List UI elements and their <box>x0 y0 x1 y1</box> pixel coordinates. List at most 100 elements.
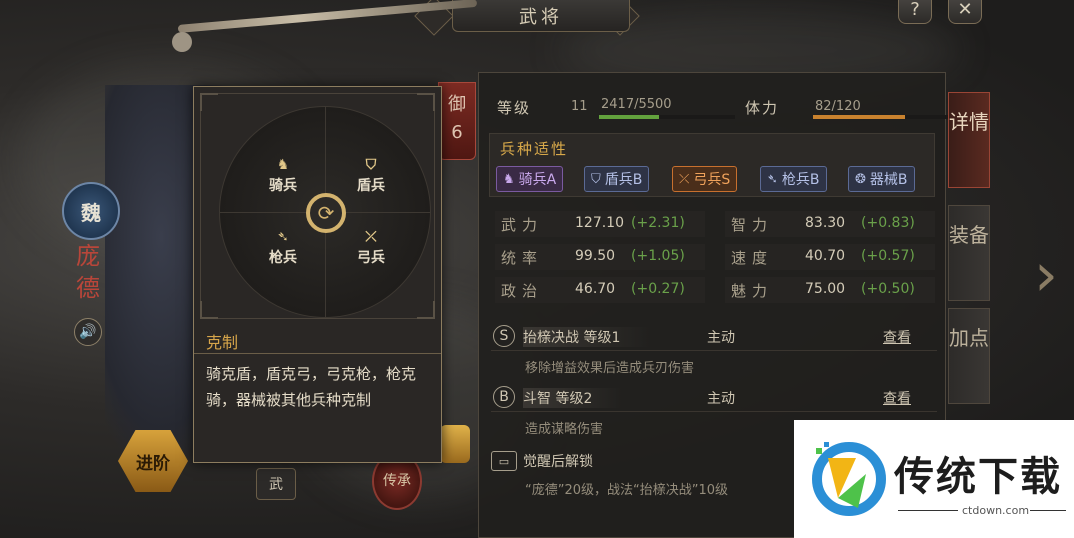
speaker-icon[interactable]: 🔊 <box>74 318 102 346</box>
troop-affinity: 兵种适性 ♞ 骑兵A ⛉ 盾兵B ⤫ 弓兵S ➴ 枪兵B ❂ 器械B <box>489 133 935 197</box>
skill-type: 主动 <box>707 330 735 346</box>
tab-equipment[interactable]: 装备 <box>948 205 990 301</box>
skill-description: 造成谋略伤害 <box>525 422 604 437</box>
stat-cell: 统率 99.50 (+1.05) <box>495 244 705 270</box>
shield-icon: ⛉ <box>591 171 601 187</box>
affinity-chip-shield[interactable]: ⛉ 盾兵B <box>584 166 650 192</box>
hero-name: 庞德 <box>76 242 100 302</box>
tooltip-body: 骑克盾，盾克弓，弓克枪，枪克骑，器械被其他兵种克制 <box>206 365 417 409</box>
affinity-chip-bow[interactable]: ⤫ 弓兵S <box>672 166 738 192</box>
siege-icon: ❂ <box>855 171 866 187</box>
tab-attribute-points[interactable]: 加点 <box>948 308 990 404</box>
stamina-text: 82/120 <box>815 99 861 114</box>
skill-type: 主动 <box>707 391 735 407</box>
spear-icon: ➴ <box>767 171 778 187</box>
top-bar: 武将 ? ✕ <box>0 0 1074 40</box>
stat-name: 智力 <box>731 216 774 234</box>
stat-cell: 魅力 75.00 (+0.50) <box>725 277 935 303</box>
tooltip-title: 克制 <box>206 333 239 352</box>
unit-shield: ⛉ 盾兵 <box>346 157 396 195</box>
stat-row: 政治 46.70 (+0.27) 魅力 75.00 (+0.50) <box>495 277 935 303</box>
stat-bonus: (+1.05) <box>631 248 685 264</box>
unit-label: 枪兵 <box>269 250 297 266</box>
stamina-label: 体力 <box>745 99 780 117</box>
skill-name: 斗智 等级2 <box>523 388 623 408</box>
affinity-chip-label: 骑兵A <box>518 172 557 188</box>
awaken-title: 觉醒后解锁 <box>523 454 593 470</box>
stamina-bar-fill <box>813 115 906 119</box>
awaken-icon: ▭ <box>491 451 517 471</box>
stat-row: 统率 99.50 (+1.05) 速度 40.70 (+0.57) <box>495 244 935 270</box>
skill-grade: B <box>493 386 515 408</box>
stat-value: 46.70 <box>575 281 616 297</box>
stat-value: 75.00 <box>805 281 846 297</box>
frame-corner <box>417 301 435 319</box>
spear-butt-decoration <box>172 32 192 52</box>
wu-tab[interactable]: 武 <box>256 468 296 500</box>
unit-spear: ➴ 枪兵 <box>258 229 308 267</box>
tooltip-frame: ♞ 骑兵 ⛉ 盾兵 ➴ 枪兵 ⤫ 弓兵 ⟳ <box>200 93 435 319</box>
next-hero-arrow-icon[interactable]: › <box>1024 240 1068 310</box>
bow-icon: ⤫ <box>679 171 690 187</box>
stat-cell: 智力 83.30 (+0.83) <box>725 211 935 237</box>
stat-cell: 武力 127.10 (+2.31) <box>495 211 705 237</box>
exp-text: 2417/5500 <box>601 97 672 112</box>
faction-emblem: 魏 <box>62 182 120 240</box>
stat-row: 武力 127.10 (+2.31) 智力 83.30 (+0.83) <box>495 211 935 237</box>
watermark: 传统下载 ctdown.com <box>794 420 1074 538</box>
unit-label: 盾兵 <box>357 178 385 194</box>
skill-name: 抬榇决战 等级1 <box>523 327 651 347</box>
close-button[interactable]: ✕ <box>948 0 982 24</box>
skill-view-link[interactable]: 查看 <box>883 388 911 408</box>
exp-bar-fill <box>599 115 659 119</box>
stat-cell: 政治 46.70 (+0.27) <box>495 277 705 303</box>
watermark-text: 传统下载 <box>894 454 1062 500</box>
stat-bonus: (+0.83) <box>861 215 915 231</box>
tooltip-divider <box>194 353 441 354</box>
affinity-chip-siege[interactable]: ❂ 器械B <box>848 166 915 192</box>
stat-name: 速度 <box>731 249 774 267</box>
skill-header: S 抬榇决战 等级1 主动 查看 <box>491 323 937 351</box>
stat-value: 99.50 <box>575 248 616 264</box>
affinity-chip-spear[interactable]: ➴ 枪兵B <box>760 166 827 192</box>
affinity-chip-label: 枪兵B <box>781 172 820 188</box>
cavalry-icon: ♞ <box>276 157 290 173</box>
stamina-bar <box>813 115 949 119</box>
counter-wheel: ♞ 骑兵 ⛉ 盾兵 ➴ 枪兵 ⤫ 弓兵 ⟳ <box>219 106 431 318</box>
stat-name: 武力 <box>501 216 544 234</box>
gold-badge[interactable] <box>440 425 470 463</box>
unit-label: 骑兵 <box>269 178 297 194</box>
skill-view-link[interactable]: 查看 <box>883 327 911 347</box>
level-value: 11 <box>571 99 588 114</box>
exp-bar <box>599 115 735 119</box>
skill-description: 移除增益效果后造成兵刃伤害 <box>525 361 695 376</box>
affinity-chip-cavalry[interactable]: ♞ 骑兵A <box>496 166 564 192</box>
cycle-icon: ⟳ <box>306 193 346 233</box>
level-row: 等级 11 2417/5500 体力 82/120 <box>497 95 949 121</box>
skill-header: B 斗智 等级2 主动 查看 <box>491 384 937 412</box>
defense-label: 御 <box>448 94 466 115</box>
tab-details[interactable]: 详情 <box>948 92 990 188</box>
frame-corner <box>200 93 218 111</box>
counter-tooltip: ♞ 骑兵 ⛉ 盾兵 ➴ 枪兵 ⤫ 弓兵 ⟳ 克制 骑克盾，盾克弓，弓克枪，枪克骑… <box>193 86 442 463</box>
watermark-rule <box>898 510 958 511</box>
stat-bonus: (+2.31) <box>631 215 685 231</box>
unit-label: 弓兵 <box>357 250 385 266</box>
stat-value: 40.70 <box>805 248 846 264</box>
stat-name: 统率 <box>501 249 544 267</box>
help-button[interactable]: ? <box>898 0 932 24</box>
shield-icon: ⛉ <box>365 157 377 173</box>
watermark-rule <box>1030 510 1066 511</box>
spear-icon: ➴ <box>277 229 289 245</box>
level-label: 等级 <box>497 99 532 117</box>
stat-value: 127.10 <box>575 215 624 231</box>
affinity-chip-label: 器械B <box>869 172 908 188</box>
stat-bonus: (+0.57) <box>861 248 915 264</box>
defense-value: 6 <box>451 122 463 143</box>
stat-name: 魅力 <box>731 282 774 300</box>
affinity-chip-label: 盾兵B <box>604 172 643 188</box>
frame-corner <box>200 301 218 319</box>
affinity-chip-label: 弓兵S <box>693 172 731 188</box>
affinity-title: 兵种适性 <box>500 140 569 158</box>
stat-bonus: (+0.27) <box>631 281 685 297</box>
